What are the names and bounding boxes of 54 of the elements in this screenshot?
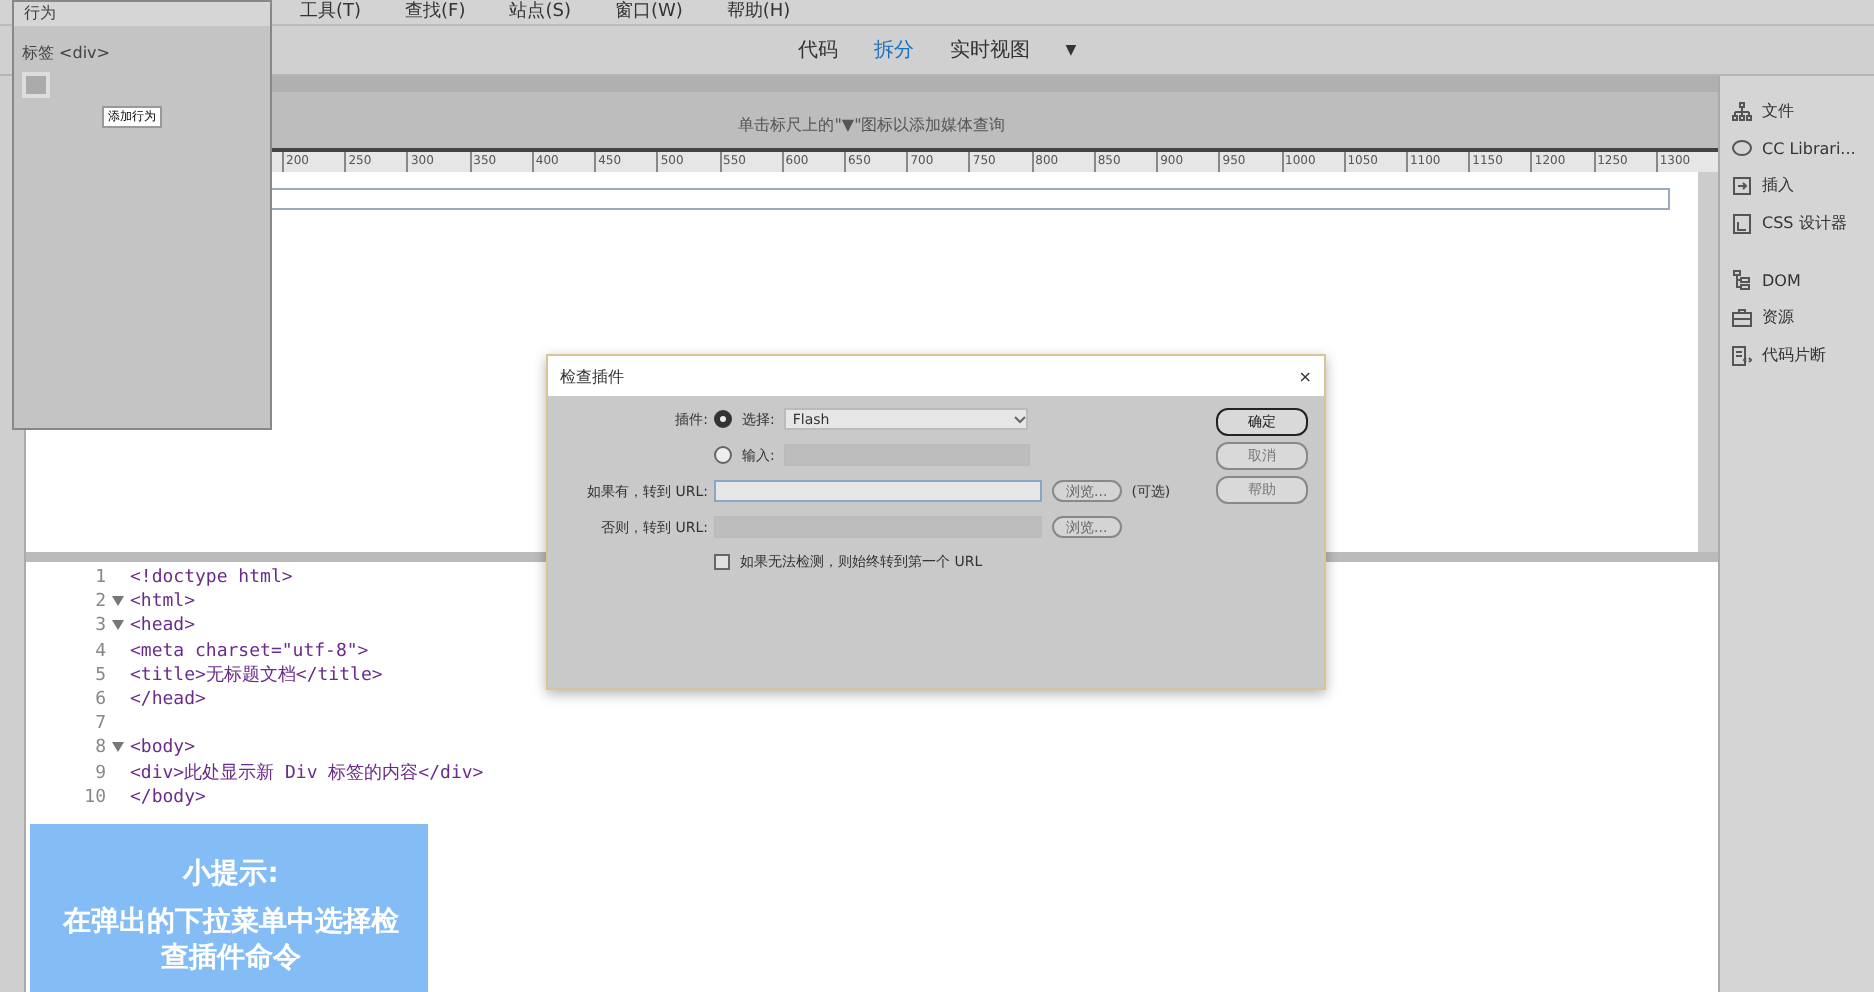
url-field[interactable] bbox=[714, 480, 1042, 502]
panel-tab[interactable]: CC Librari... bbox=[1762, 139, 1856, 157]
menu-item[interactable]: 站点(S) bbox=[509, 0, 571, 24]
menu-item[interactable]: 查找(F) bbox=[405, 0, 466, 24]
close-button[interactable]: × bbox=[1298, 367, 1312, 385]
panel-tab[interactable]: DOM bbox=[1762, 271, 1801, 289]
tree-icon bbox=[1732, 270, 1752, 290]
tag-label: 标签 <div> bbox=[20, 42, 112, 66]
briefcase-icon bbox=[1732, 307, 1752, 327]
code-line: <head> bbox=[130, 616, 196, 637]
panel-tab[interactable]: 代码片断 bbox=[1762, 344, 1826, 366]
menu-item[interactable]: 工具(T) bbox=[300, 0, 362, 24]
panel-tab[interactable]: 插入 bbox=[1762, 174, 1794, 196]
chevron-down-icon bbox=[1014, 415, 1027, 423]
line-number: 7 bbox=[93, 714, 106, 735]
line-number: 2 bbox=[93, 592, 106, 613]
cloud-icon bbox=[1732, 138, 1752, 158]
radio-button[interactable] bbox=[714, 446, 732, 464]
code-line: <div>此处显示新 Div 标签的内容</div> bbox=[130, 761, 484, 787]
code-line: <html> bbox=[130, 592, 196, 613]
code-line: <meta charset="utf-8"> bbox=[130, 641, 369, 662]
line-number: 6 bbox=[93, 690, 106, 711]
line-number: 5 bbox=[93, 665, 106, 686]
line-number: 1 bbox=[93, 568, 106, 589]
code-line: </head> bbox=[130, 690, 206, 711]
line-number: 10 bbox=[82, 787, 106, 808]
menu-item[interactable]: 窗口(W) bbox=[614, 0, 683, 24]
fold-arrow-icon[interactable] bbox=[106, 595, 130, 610]
view-tab[interactable]: 实时视图 bbox=[949, 36, 1030, 64]
panel-tab[interactable]: 资源 bbox=[1762, 306, 1794, 328]
line-number: 4 bbox=[93, 641, 106, 662]
insert-icon bbox=[1732, 175, 1752, 195]
code-line: <!doctype html> bbox=[130, 568, 293, 589]
checkbox[interactable] bbox=[714, 554, 730, 570]
fold-arrow-icon[interactable] bbox=[106, 619, 130, 634]
sitemap-icon bbox=[1732, 101, 1752, 121]
snippet-icon bbox=[1732, 345, 1752, 365]
code-line: <title>无标题文档</title> bbox=[130, 663, 383, 689]
fold-arrow-icon[interactable] bbox=[106, 741, 130, 756]
line-number: 9 bbox=[93, 763, 106, 784]
css-designer-icon bbox=[1732, 213, 1752, 233]
tip-title: 小提示: bbox=[180, 856, 281, 892]
panel-tab[interactable]: 文件 bbox=[1762, 100, 1794, 122]
radio-button[interactable] bbox=[714, 410, 732, 428]
line-number: 8 bbox=[93, 738, 106, 759]
panel-tab[interactable]: CSS 设计器 bbox=[1762, 212, 1847, 234]
line-number: 3 bbox=[93, 616, 106, 637]
menu-item[interactable]: 帮助(H) bbox=[726, 0, 791, 24]
code-line: <body> bbox=[130, 738, 196, 759]
tip-text: 在弹出的下拉菜单中选择检查插件命令 bbox=[60, 904, 401, 976]
panel-title: 行为 bbox=[14, 2, 270, 26]
view-tab[interactable]: 代码 bbox=[797, 36, 838, 64]
code-line: </body> bbox=[130, 787, 206, 808]
dialog-title: 检查插件 bbox=[560, 365, 624, 387]
